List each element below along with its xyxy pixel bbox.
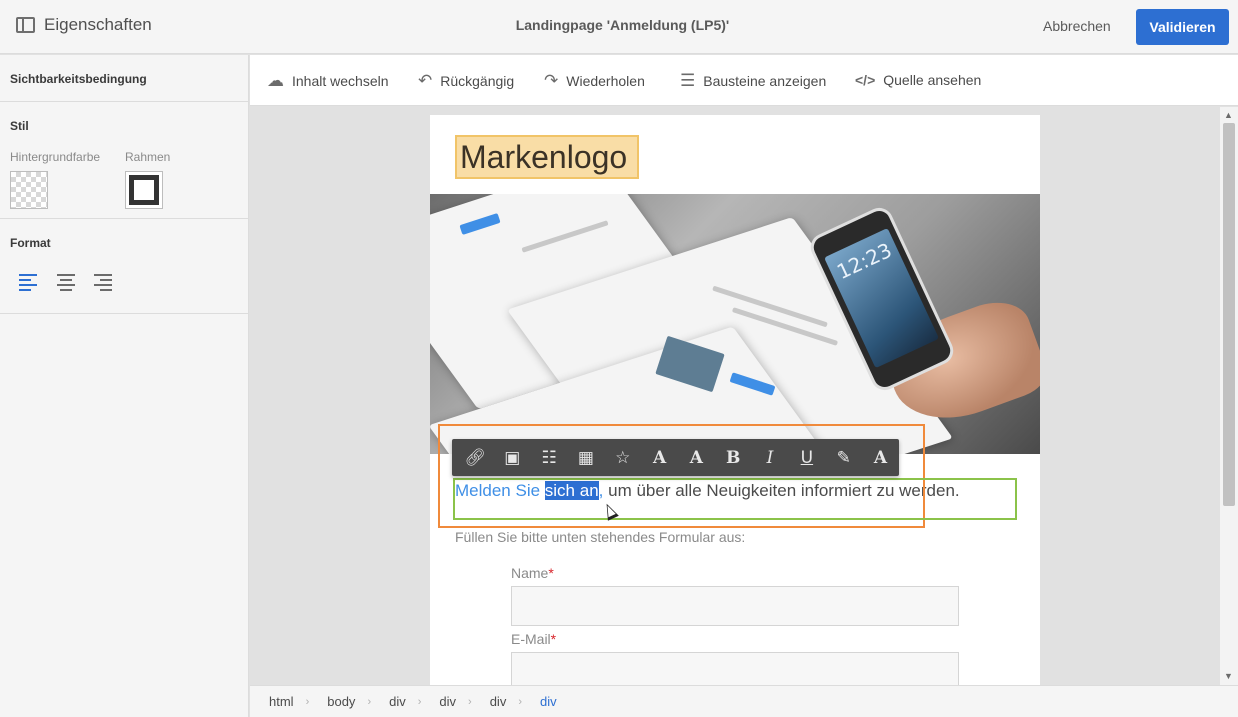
chevron-right-icon: › — [468, 695, 472, 708]
editor-canvas: Markenlogo 12:23 Melden Sie sich an, um … — [250, 107, 1220, 685]
visibility-section[interactable]: Sichtbarkeitsbedingung — [0, 55, 248, 102]
switch-content-button[interactable]: ☁ Inhalt wechseln — [267, 72, 389, 89]
headline-text[interactable]: Melden Sie sich an, um über alle Neuigke… — [455, 481, 960, 501]
image-icon[interactable]: ☆ — [604, 439, 641, 476]
headline-rest: um über alle Neuigkeiten informiert zu w… — [603, 481, 960, 500]
email-field[interactable] — [511, 652, 959, 685]
name-field[interactable] — [511, 586, 959, 626]
link-icon[interactable]: 🔗︎ — [457, 439, 494, 476]
chevron-right-icon: › — [367, 695, 372, 708]
personalize-icon[interactable]: ▣ — [494, 439, 531, 476]
content-block-icon[interactable]: ☷ — [531, 439, 568, 476]
chevron-right-icon: › — [305, 695, 310, 708]
name-label: Name* — [511, 565, 554, 581]
rich-text-toolbar: 🔗︎ ▣ ☷ ▦ ☆ A A B I U ✎ A — [452, 439, 899, 476]
hero-image[interactable]: 12:23 — [430, 194, 1040, 454]
cloud-upload-icon: ☁ — [267, 71, 284, 90]
breadcrumb-div-1[interactable]: div — [389, 694, 406, 709]
email-label: E-Mail* — [511, 631, 556, 647]
border-swatch[interactable] — [125, 171, 163, 209]
editor-toolbar: ☁ Inhalt wechseln ↶ Rückgängig ↷ Wiederh… — [250, 55, 1238, 106]
properties-sidebar: Sichtbarkeitsbedingung Stil Hintergrundf… — [0, 55, 249, 717]
border-label: Rahmen — [125, 150, 171, 164]
undo-label: Rückgängig — [440, 72, 515, 89]
breadcrumb-div-3[interactable]: div — [490, 694, 507, 709]
headline-link-text[interactable]: Melden Sie — [455, 481, 545, 500]
align-right-icon[interactable] — [94, 274, 114, 291]
redo-label: Wiederholen — [566, 72, 645, 89]
canvas-scrollbar[interactable]: ▲ ▼ — [1220, 107, 1238, 685]
scroll-thumb[interactable] — [1223, 123, 1235, 506]
scroll-up-icon[interactable]: ▲ — [1224, 110, 1233, 120]
scroll-down-icon[interactable]: ▼ — [1224, 671, 1233, 681]
style-title: Stil — [10, 119, 29, 133]
redo-button[interactable]: ↷ Wiederholen — [544, 72, 645, 89]
breadcrumb-html[interactable]: html — [269, 694, 294, 709]
brand-logo-block[interactable]: Markenlogo — [455, 135, 639, 179]
undo-icon: ↶ — [418, 71, 433, 90]
background-color-swatch[interactable] — [10, 171, 48, 209]
clear-format-icon[interactable]: A — [862, 439, 899, 476]
blocks-icon: ☰ — [680, 71, 696, 90]
landing-page: Markenlogo 12:23 Melden Sie sich an, um … — [430, 115, 1040, 685]
format-title: Format — [10, 236, 51, 250]
breadcrumb-body[interactable]: body — [327, 694, 355, 709]
required-mark: * — [550, 631, 557, 647]
align-center-icon[interactable] — [57, 274, 77, 291]
eyedropper-icon[interactable]: ✎ — [825, 439, 862, 476]
format-section: Format — [0, 219, 248, 314]
breadcrumb: html › body › div › div › div › div — [250, 685, 1238, 717]
chevron-right-icon: › — [417, 695, 422, 708]
cancel-button[interactable]: Abbrechen — [1043, 18, 1111, 34]
selected-text[interactable]: sich an — [544, 481, 599, 500]
validate-button[interactable]: Validieren — [1136, 9, 1229, 45]
italic-icon[interactable]: I — [752, 439, 789, 476]
redo-icon: ↷ — [544, 71, 559, 90]
visibility-title: Sichtbarkeitsbedingung — [10, 72, 147, 86]
bold-icon[interactable]: B — [715, 439, 752, 476]
code-icon: </> — [855, 72, 876, 88]
show-blocks-button[interactable]: ☰ Bausteine anzeigen — [680, 72, 826, 89]
background-color-icon[interactable]: A — [678, 439, 715, 476]
background-color-label: Hintergrundfarbe — [10, 150, 101, 164]
name-label-text: Name — [511, 565, 549, 581]
switch-content-label: Inhalt wechseln — [292, 72, 389, 89]
view-source-label: Quelle ansehen — [883, 72, 982, 88]
view-source-button[interactable]: </> Quelle ansehen — [855, 72, 981, 88]
top-bar: Eigenschaften Landingpage 'Anmeldung (LP… — [0, 0, 1238, 54]
style-section: Stil Hintergrundfarbe Rahmen — [0, 102, 248, 219]
breadcrumb-div-2[interactable]: div — [439, 694, 456, 709]
text-color-icon[interactable]: A — [641, 439, 678, 476]
chevron-right-icon: › — [518, 695, 522, 708]
show-blocks-label: Bausteine anzeigen — [703, 72, 827, 89]
required-mark: * — [548, 565, 554, 581]
email-label-text: E-Mail — [511, 631, 551, 647]
underline-icon[interactable]: U — [788, 439, 825, 476]
dynamic-content-icon[interactable]: ▦ — [567, 439, 604, 476]
undo-button[interactable]: ↶ Rückgängig — [418, 72, 514, 89]
align-left-icon[interactable] — [19, 274, 39, 291]
form-intro-text: Füllen Sie bitte unten stehendes Formula… — [455, 529, 746, 545]
breadcrumb-div-4[interactable]: div — [540, 694, 557, 709]
